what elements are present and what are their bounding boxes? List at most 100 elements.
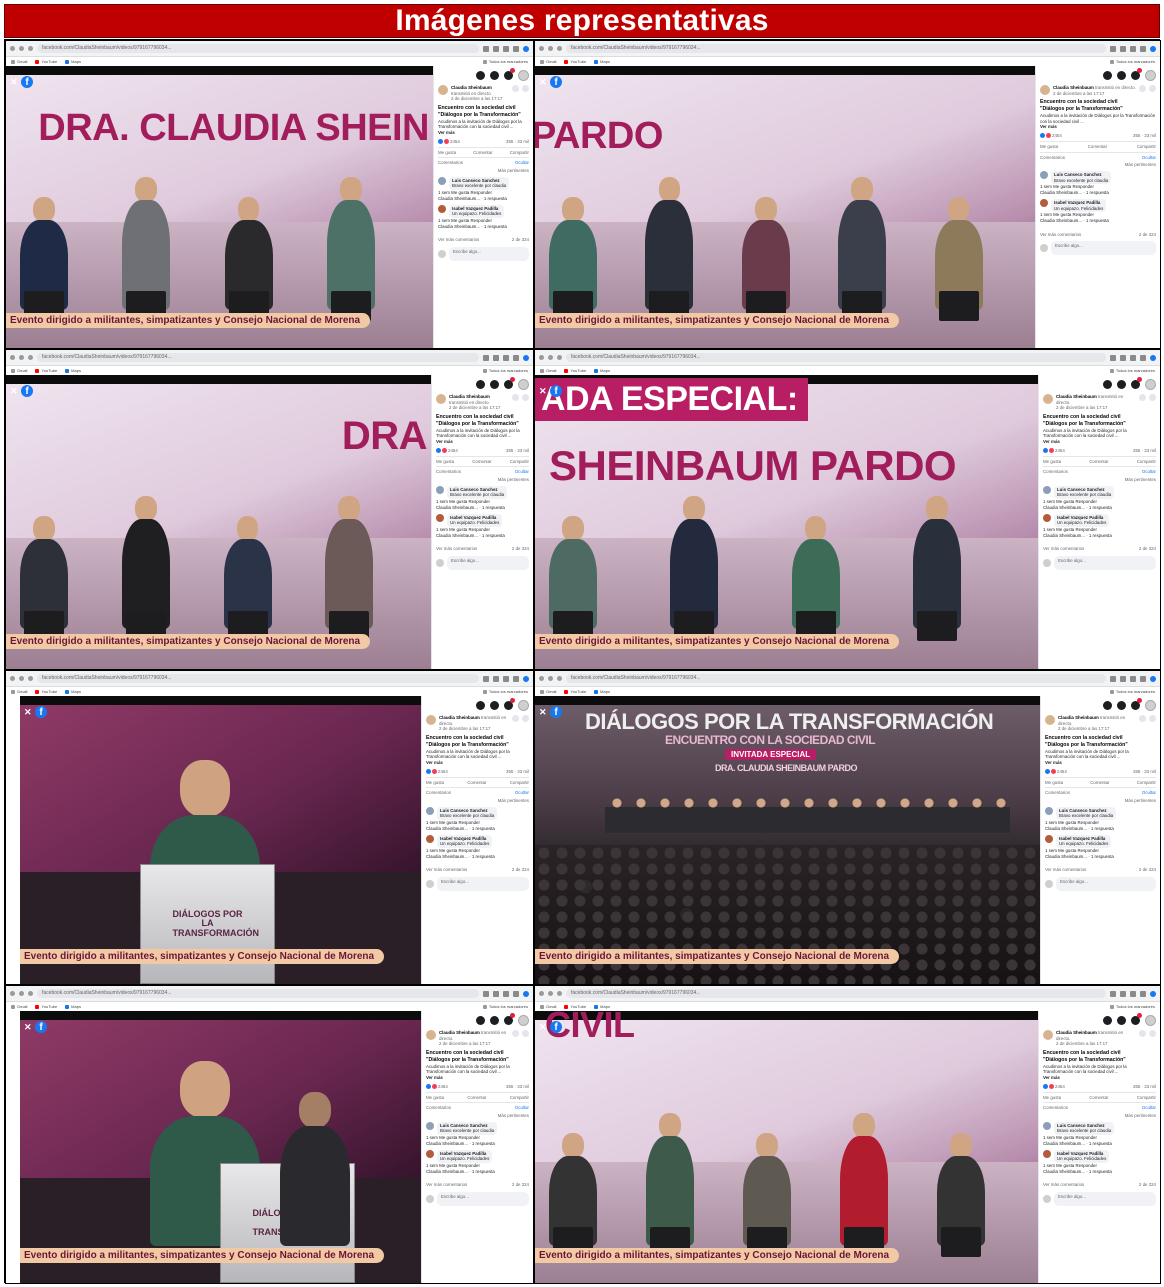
bookmark-gmail[interactable]: Gmail [11, 1004, 27, 1009]
see-more-link[interactable]: Ver más [1040, 124, 1156, 130]
comment-input[interactable]: Escribe algo... [437, 1192, 529, 1207]
like-button[interactable]: Me gusta [1040, 144, 1058, 150]
bookmark-all[interactable]: Todos los marcadores [482, 1004, 528, 1009]
sort-dropdown[interactable]: Más pertinentes [426, 1113, 529, 1119]
comment-button[interactable]: Comentar [467, 780, 486, 786]
account-avatar[interactable] [518, 69, 529, 81]
comment-button[interactable]: Comentar [473, 150, 492, 156]
camera-icon[interactable] [1139, 1030, 1146, 1037]
comment-input[interactable]: Escribe algo... [447, 556, 529, 571]
bookmark-youtube[interactable]: YouTube [564, 368, 586, 373]
commenter-avatar[interactable] [1040, 170, 1048, 179]
bookmark-maps[interactable]: Maps [65, 1004, 81, 1009]
star-icon[interactable] [503, 45, 509, 52]
menu-grid-icon[interactable] [476, 700, 485, 710]
see-more-comments-link[interactable]: Ver más comentarios [1043, 546, 1084, 552]
see-more-link[interactable]: Ver más [1043, 1075, 1156, 1081]
zoom-icon[interactable] [1110, 675, 1116, 682]
see-more-comments-link[interactable]: Ver más comentarios [1043, 1182, 1084, 1188]
commenter-avatar[interactable] [1045, 806, 1053, 815]
facebook-logo-icon[interactable]: f [21, 76, 33, 88]
post-time[interactable]: 2 de diciembre a las 17:17 [1053, 91, 1136, 97]
bookmark-youtube[interactable]: YouTube [35, 59, 57, 64]
like-button[interactable]: Me gusta [436, 459, 454, 465]
bookmark-maps[interactable]: Maps [65, 689, 81, 694]
account-avatar[interactable] [1145, 69, 1156, 81]
hide-comments-link[interactable]: Ocultar [515, 1105, 529, 1111]
profile-icon[interactable] [1150, 45, 1156, 52]
bookmark-gmail[interactable]: Gmail [11, 368, 27, 373]
zoom-icon[interactable] [483, 675, 489, 682]
profile-icon[interactable] [1150, 675, 1156, 682]
zoom-icon[interactable] [483, 354, 489, 361]
share-button[interactable]: Compartir [510, 150, 529, 156]
bookmark-all[interactable]: Todos los marcadores [482, 368, 528, 373]
more-options-icon[interactable] [522, 1030, 529, 1037]
bookmark-maps[interactable]: Maps [65, 59, 81, 64]
more-options-icon[interactable] [1149, 715, 1156, 722]
author-avatar[interactable] [426, 715, 436, 725]
address-bar[interactable]: facebook.com/ClaudiaSheinbaum/videos/979… [566, 353, 1106, 362]
camera-icon[interactable] [512, 394, 519, 401]
profile-icon[interactable] [523, 354, 529, 361]
messenger-icon[interactable] [1117, 700, 1126, 710]
author-avatar[interactable] [438, 85, 448, 95]
extensions-icon[interactable] [513, 675, 519, 682]
comment-button[interactable]: Comentar [1089, 1095, 1108, 1101]
messenger-icon[interactable] [1117, 70, 1126, 80]
menu-grid-icon[interactable] [1103, 1015, 1112, 1025]
replies-link[interactable]: Claudia Sheinbaum... · 1 respuesta [438, 224, 529, 230]
replies-link[interactable]: Claudia Sheinbaum... · 1 respuesta [1043, 533, 1156, 539]
hide-comments-link[interactable]: Ocultar [515, 469, 529, 475]
menu-grid-icon[interactable] [1103, 70, 1112, 80]
menu-grid-icon[interactable] [476, 379, 485, 389]
forward-icon[interactable] [548, 991, 553, 996]
share-button[interactable]: Compartir [510, 780, 529, 786]
replies-link[interactable]: Claudia Sheinbaum... · 1 respuesta [426, 826, 529, 832]
more-options-icon[interactable] [522, 715, 529, 722]
extensions-icon[interactable] [1140, 45, 1146, 52]
bookmark-gmail[interactable]: Gmail [540, 368, 556, 373]
video-player[interactable]: DRA ✕ f Evento dirigido a militantes, si… [6, 375, 431, 669]
comment-button[interactable]: Comentar [1090, 780, 1109, 786]
author-avatar[interactable] [1045, 715, 1055, 725]
close-icon[interactable]: ✕ [539, 386, 547, 397]
bookmark-maps[interactable]: Maps [594, 1004, 610, 1009]
more-options-icon[interactable] [522, 394, 529, 401]
share-button[interactable]: Compartir [510, 1095, 529, 1101]
share-button[interactable]: Compartir [510, 459, 529, 465]
see-more-link[interactable]: Ver más [1045, 760, 1156, 766]
bookmark-youtube[interactable]: YouTube [35, 1004, 57, 1009]
close-icon[interactable]: ✕ [539, 77, 547, 88]
star-icon[interactable] [1130, 675, 1136, 682]
back-icon[interactable] [539, 991, 544, 996]
menu-grid-icon[interactable] [1103, 379, 1112, 389]
share-button[interactable]: Compartir [1137, 1095, 1156, 1101]
sort-dropdown[interactable]: Más pertinentes [426, 798, 529, 804]
commenter-avatar[interactable] [1043, 485, 1051, 494]
commenter-avatar[interactable] [426, 1149, 434, 1158]
hide-comments-link[interactable]: Ocultar [1142, 155, 1156, 161]
post-time[interactable]: 2 de diciembre a las 17:17 [1056, 1041, 1136, 1047]
comment-input[interactable]: Escribe algo... [437, 877, 529, 892]
replies-link[interactable]: Claudia Sheinbaum... · 1 respuesta [1040, 190, 1156, 196]
more-options-icon[interactable] [1149, 85, 1156, 92]
close-icon[interactable]: ✕ [539, 707, 547, 718]
reload-icon[interactable] [557, 46, 562, 51]
replies-link[interactable]: Claudia Sheinbaum... · 1 respuesta [1040, 218, 1156, 224]
profile-icon[interactable] [1150, 990, 1156, 997]
forward-icon[interactable] [19, 991, 24, 996]
translate-icon[interactable] [1120, 990, 1126, 997]
account-avatar[interactable] [518, 699, 529, 711]
messenger-icon[interactable] [490, 1015, 499, 1025]
reload-icon[interactable] [28, 676, 33, 681]
extensions-icon[interactable] [1140, 675, 1146, 682]
author-name[interactable]: Claudia Sheinbaum [1056, 394, 1097, 399]
more-options-icon[interactable] [1149, 1030, 1156, 1037]
address-bar[interactable]: facebook.com/ClaudiaSheinbaum/videos/979… [566, 989, 1106, 998]
reload-icon[interactable] [28, 355, 33, 360]
account-avatar[interactable] [1145, 1014, 1156, 1026]
replies-link[interactable]: Claudia Sheinbaum... · 1 respuesta [436, 533, 529, 539]
bookmark-youtube[interactable]: YouTube [35, 689, 57, 694]
author-avatar[interactable] [1040, 85, 1050, 95]
